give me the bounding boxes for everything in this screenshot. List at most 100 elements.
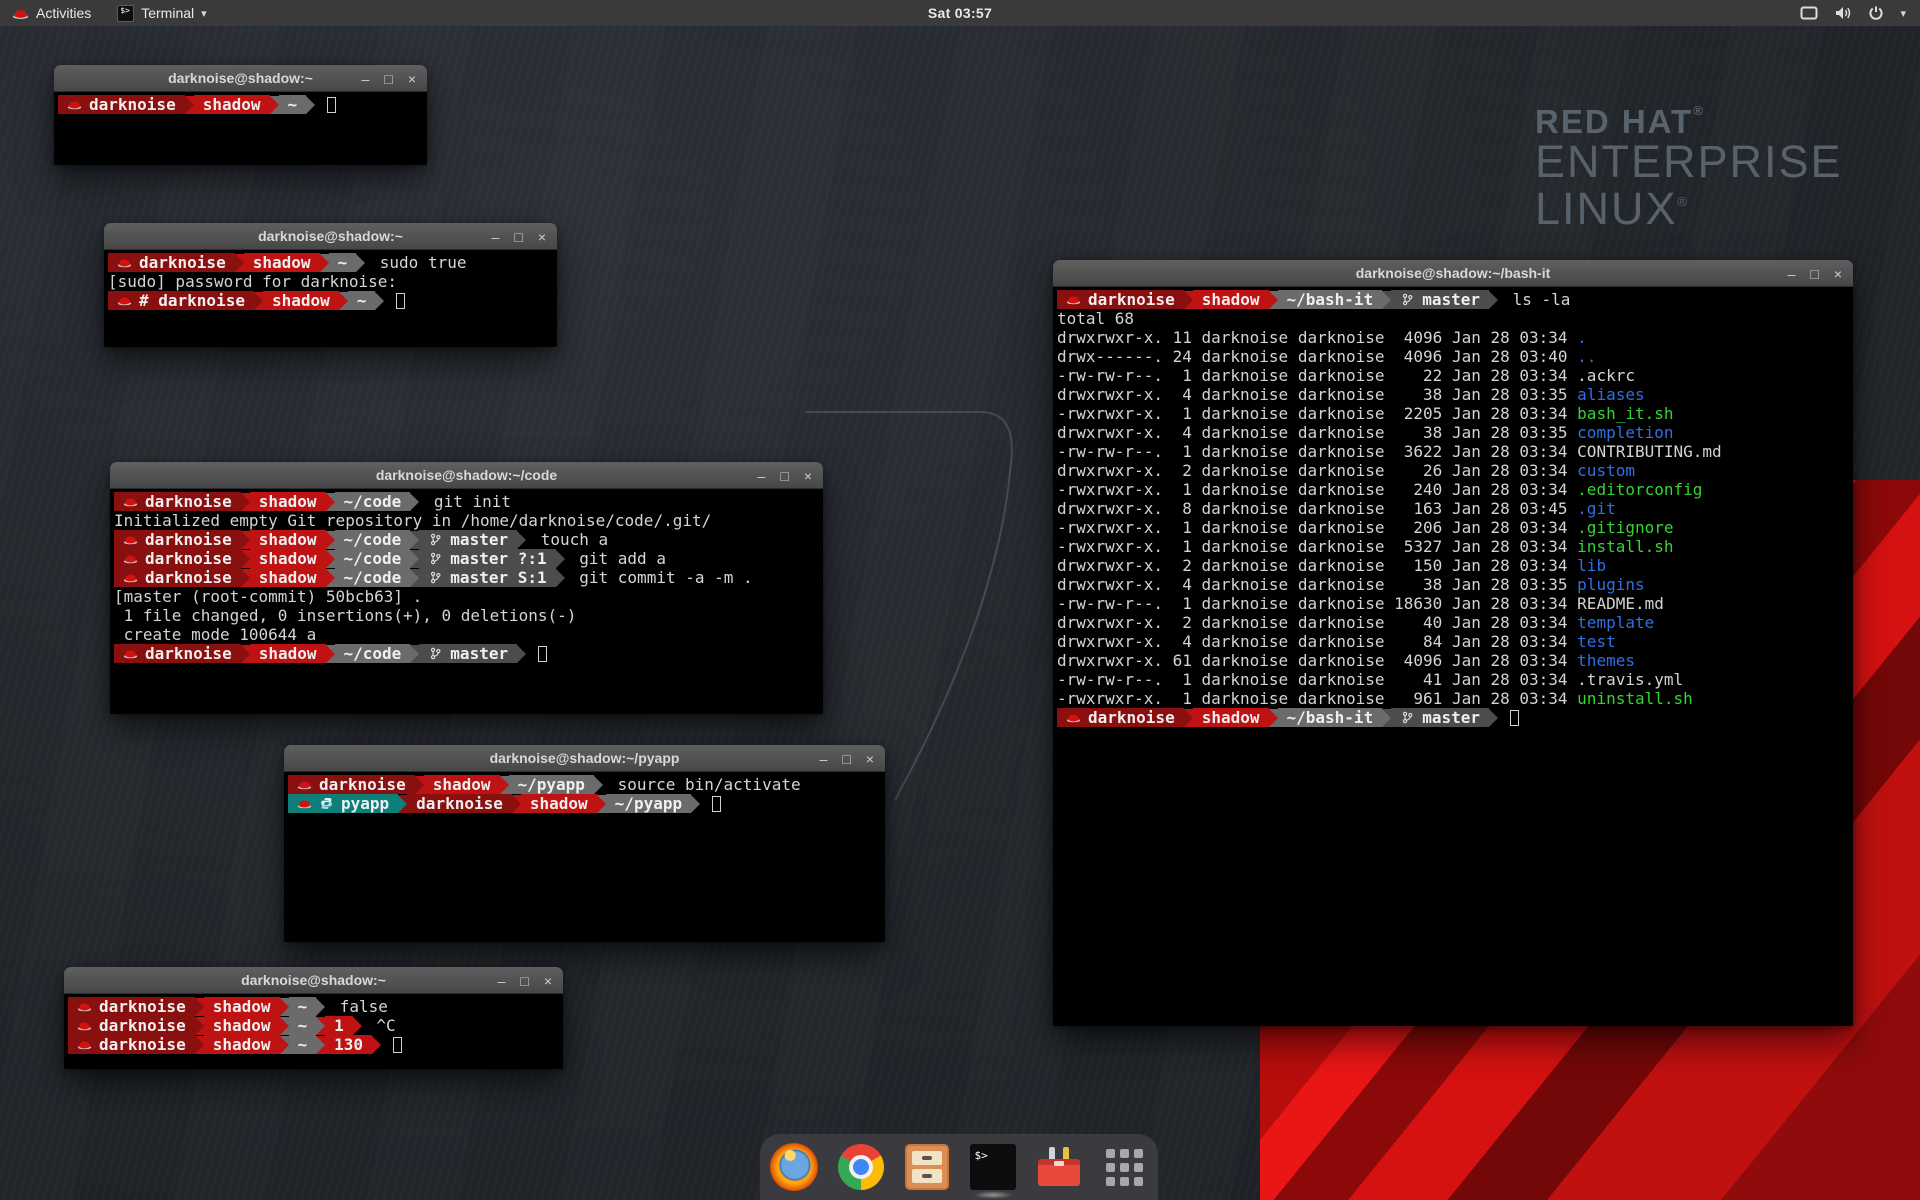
- terminal-content[interactable]: darknoiseshadow~ sudo true[sudo] passwor…: [104, 250, 557, 347]
- output-text: drwxrwxr-x. 4 darknoise darknoise 38 Jan…: [1057, 423, 1577, 442]
- prompt-segment-user: darknoise: [114, 530, 241, 549]
- output-text: -rw-rw-r--. 1 darknoise darknoise 3622 J…: [1057, 442, 1577, 461]
- filename-dir: ..: [1577, 347, 1596, 366]
- powerline-arrow: [375, 292, 384, 310]
- powerline-arrow: [316, 1017, 325, 1035]
- terminal-content[interactable]: darknoiseshadow~/bash-itmaster ls -latot…: [1053, 287, 1853, 1026]
- prompt-segment-host: shadow: [250, 568, 326, 587]
- powerline-arrow: [1489, 709, 1498, 727]
- output-line: -rwxrwxr-x. 1 darknoise darknoise 5327 J…: [1057, 537, 1853, 556]
- maximize-button[interactable]: □: [514, 230, 522, 244]
- minimize-button[interactable]: –: [498, 974, 506, 988]
- maximize-button[interactable]: □: [1810, 267, 1818, 281]
- output-text: total 68: [1057, 309, 1134, 328]
- prompt-segment-git: master: [419, 530, 517, 549]
- output-text: drwxrwxr-x. 4 darknoise darknoise 38 Jan…: [1057, 385, 1577, 404]
- close-button[interactable]: ×: [408, 72, 416, 86]
- powerline-arrow: [410, 493, 419, 511]
- dock-item-firefox[interactable]: [770, 1143, 818, 1191]
- output-line: -rwxrwxr-x. 1 darknoise darknoise 206 Ja…: [1057, 518, 1853, 537]
- powerline-arrow: [597, 795, 606, 813]
- system-status-area[interactable]: ▾: [1800, 5, 1920, 21]
- volume-icon: [1834, 5, 1852, 21]
- powerline-arrow: [280, 998, 289, 1016]
- output-text: 1 file changed, 0 insertions(+), 0 delet…: [114, 606, 576, 625]
- firefox-icon: [770, 1143, 818, 1191]
- command-text: git init: [424, 492, 511, 511]
- dock-item-files[interactable]: [903, 1143, 950, 1191]
- prompt-segment-user: darknoise: [114, 492, 241, 511]
- close-button[interactable]: ×: [544, 974, 552, 988]
- close-button[interactable]: ×: [538, 230, 546, 244]
- output-line: drwx------. 24 darknoise darknoise 4096 …: [1057, 347, 1853, 366]
- dock-item-app-grid[interactable]: [1101, 1143, 1148, 1191]
- output-text: .ackrc: [1577, 366, 1635, 385]
- dock-item-terminal[interactable]: $>: [969, 1143, 1016, 1191]
- minimize-button[interactable]: –: [362, 72, 370, 86]
- terminal-cursor: [538, 646, 547, 662]
- window-titlebar[interactable]: darknoise@shadow:~/pyapp – □ ×: [284, 745, 885, 772]
- clock[interactable]: Sat 03:57: [0, 5, 1920, 21]
- powerline-arrow: [1269, 291, 1278, 309]
- power-icon: [1868, 5, 1884, 21]
- powerline-arrow: [195, 1036, 204, 1054]
- filename-dir: test: [1577, 632, 1616, 651]
- terminal-cursor: [1510, 710, 1519, 726]
- prompt-segment-git: master S:1: [419, 568, 555, 587]
- close-button[interactable]: ×: [804, 469, 812, 483]
- prompt-segment-path: ~/bash-it: [1278, 708, 1383, 727]
- terminal-content[interactable]: darknoiseshadow~: [54, 92, 427, 165]
- prompt-segment-path: ~: [289, 997, 317, 1016]
- dock-item-chrome[interactable]: [837, 1143, 884, 1191]
- powerline-arrow: [410, 645, 419, 663]
- redhat-prompt-icon: [77, 1000, 92, 1013]
- filename-dir: template: [1577, 613, 1654, 632]
- redhat-prompt-icon: [297, 797, 312, 810]
- logo-reg1: ®: [1693, 103, 1705, 118]
- prompt-segment-user: # darknoise: [108, 291, 254, 310]
- window-titlebar[interactable]: darknoise@shadow:~ – □ ×: [54, 65, 427, 92]
- filename-dir: .: [1577, 328, 1587, 347]
- minimize-button[interactable]: –: [820, 752, 828, 766]
- prompt-segment-user: darknoise: [68, 1016, 195, 1035]
- minimize-button[interactable]: –: [492, 230, 500, 244]
- close-button[interactable]: ×: [1834, 267, 1842, 281]
- terminal-window-pyapp: darknoise@shadow:~/pyapp – □ × darknoise…: [284, 745, 885, 942]
- terminal-content[interactable]: darknoiseshadow~ falsedarknoiseshadow~1 …: [64, 994, 563, 1069]
- prompt-segment-user: darknoise: [68, 1035, 195, 1054]
- maximize-button[interactable]: □: [520, 974, 528, 988]
- window-titlebar[interactable]: darknoise@shadow:~ – □ ×: [104, 223, 557, 250]
- powerline-arrow: [185, 96, 194, 114]
- output-text: drwxrwxr-x. 4 darknoise darknoise 84 Jan…: [1057, 632, 1577, 651]
- window-titlebar[interactable]: darknoise@shadow:~/bash-it – □ ×: [1053, 260, 1853, 287]
- powerline-arrow: [316, 998, 325, 1016]
- minimize-button[interactable]: –: [758, 469, 766, 483]
- maximize-button[interactable]: □: [842, 752, 850, 766]
- maximize-button[interactable]: □: [780, 469, 788, 483]
- filename-dir: lib: [1577, 556, 1606, 575]
- dock-item-toolbox[interactable]: [1035, 1143, 1082, 1191]
- window-title: darknoise@shadow:~/bash-it: [1356, 265, 1551, 281]
- output-line: create mode 100644 a: [114, 625, 823, 644]
- terminal-content[interactable]: darknoiseshadow~/pyapp source bin/activa…: [284, 772, 885, 942]
- output-text: [sudo] password for darknoise:: [108, 272, 397, 291]
- minimize-button[interactable]: –: [1788, 267, 1796, 281]
- terminal-content[interactable]: darknoiseshadow~/code git initInitialize…: [110, 489, 823, 714]
- close-button[interactable]: ×: [866, 752, 874, 766]
- prompt-segment-path: ~: [289, 1035, 317, 1054]
- redhat-prompt-icon: [123, 571, 138, 584]
- terminal-cursor: [393, 1037, 402, 1053]
- window-titlebar[interactable]: darknoise@shadow:~/code – □ ×: [110, 462, 823, 489]
- terminal-cursor: [327, 97, 336, 113]
- powerline-arrow: [556, 569, 565, 587]
- powerline-arrow: [195, 1017, 204, 1035]
- python-venv-icon: [319, 797, 334, 810]
- powerline-arrow: [326, 569, 335, 587]
- redhat-prompt-icon: [123, 552, 138, 565]
- window-titlebar[interactable]: darknoise@shadow:~ – □ ×: [64, 967, 563, 994]
- output-text: drwx------. 24 darknoise darknoise 4096 …: [1057, 347, 1577, 366]
- powerline-arrow: [235, 254, 244, 272]
- powerline-arrow: [1382, 291, 1391, 309]
- prompt-line: darknoiseshadow~/code git init: [114, 492, 823, 511]
- maximize-button[interactable]: □: [384, 72, 392, 86]
